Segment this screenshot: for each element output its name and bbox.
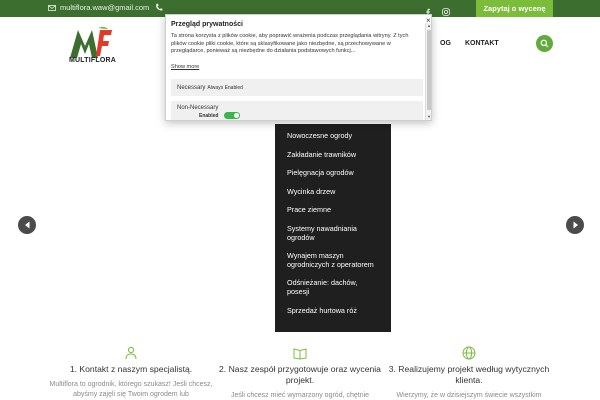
- cookie-title: Przegląd prywatności: [171, 21, 243, 28]
- menu-item-wycinka-drzew[interactable]: Wycinka drzew: [275, 187, 391, 197]
- slider-next-button[interactable]: [566, 216, 584, 234]
- menu-item-sprzedaz-roz[interactable]: Sprzedaż hurtowa róż: [275, 306, 391, 316]
- menu-item-zakladanie-trawnikow[interactable]: Zakładanie trawników: [275, 150, 391, 160]
- cookie-privacy-modal: × Przegląd prywatności Ta strona korzyst…: [165, 14, 432, 121]
- always-enabled-label: Always Enabled: [207, 85, 243, 91]
- step-card-2: 2. Nasz zespół przygotowuje oraz wycenia…: [215, 346, 385, 400]
- step-text: Multiflora to ogrodnik, którego szukasz!…: [49, 381, 213, 398]
- step-card-1: 1. Kontakt z naszym specjalistą. Multifl…: [46, 346, 216, 399]
- chevron-right-icon: [573, 221, 578, 229]
- nav-item-blog[interactable]: OG: [440, 40, 451, 47]
- non-necessary-label: Non-Necessary: [177, 105, 219, 111]
- menu-item-pielegnacja-ogrodow[interactable]: Pielęgnacja ogrodów: [275, 169, 391, 178]
- nav-item-kontakt[interactable]: KONTAKT: [465, 40, 499, 47]
- scroll-up-arrow-icon[interactable]: ▲: [426, 23, 431, 29]
- menu-item-prace-ziemne[interactable]: Prace ziemne: [275, 206, 391, 215]
- person-icon: [125, 346, 137, 360]
- necessary-label: Necessary: [177, 85, 206, 91]
- cookie-category-necessary[interactable]: Necessary Always Enabled: [171, 79, 423, 96]
- enabled-label: Enabled: [199, 113, 219, 119]
- phone-icon: [156, 3, 163, 11]
- menu-item-systemy-nawadniania[interactable]: Systemy nawadniania ogrodów: [275, 224, 391, 242]
- logo-wordmark: MULTIFLORA: [69, 57, 116, 64]
- search-button[interactable]: [536, 35, 553, 52]
- quote-request-button[interactable]: Zapytaj o wycenę: [476, 0, 553, 17]
- menu-item-nowoczesne-ogrody[interactable]: Nowoczesne ogrody: [275, 131, 391, 141]
- globe-icon: [462, 346, 476, 360]
- menu-item-odsniezanie[interactable]: Odśnieżanie: dachów, posesji: [275, 278, 391, 296]
- slider-prev-button[interactable]: [18, 216, 36, 234]
- modal-scrollbar[interactable]: ▲ ▼: [425, 23, 431, 120]
- step-text: Jeśli chcesz mieć wymarzony ogród, chętn…: [230, 392, 370, 399]
- page: multiflora.waw@gmail.com Zapytaj o wycen…: [0, 0, 600, 400]
- facebook-icon[interactable]: [424, 3, 432, 16]
- chevron-left-icon: [24, 221, 29, 229]
- instagram-icon[interactable]: [442, 3, 450, 16]
- book-icon: [293, 348, 307, 360]
- step-title: 3. Realizujemy projekt według wytycznych…: [388, 364, 550, 385]
- cookie-body-text: Ta strona korzysta z plików cookie, aby …: [171, 33, 409, 55]
- social-links: [424, 3, 450, 16]
- step-title: 1. Kontakt z naszym specjalistą.: [69, 364, 193, 374]
- email-contact[interactable]: multiflora.waw@gmail.com: [48, 3, 149, 12]
- menu-item-wynajem-maszyn[interactable]: Wynajem maszyn ogrodniczych z operatorem: [275, 251, 391, 269]
- scrollbar-thumb[interactable]: [427, 30, 431, 110]
- non-necessary-toggle[interactable]: [224, 112, 240, 119]
- step-title: 2. Nasz zespół przygotowuje oraz wycenia…: [219, 364, 381, 385]
- show-more-link[interactable]: Show more: [171, 64, 199, 70]
- cookie-category-non-necessary[interactable]: Non-Necessary Enabled: [171, 101, 423, 120]
- email-text: multiflora.waw@gmail.com: [60, 3, 150, 12]
- step-text: Wierzymy, że w dzisiejszym świecie wszys…: [396, 392, 542, 399]
- envelope-icon: [48, 4, 56, 11]
- step-card-3: 3. Realizujemy projekt według wytycznych…: [384, 346, 554, 400]
- services-dropdown-menu: Nowoczesne ogrody Zakładanie trawników P…: [275, 124, 391, 332]
- scroll-down-arrow-icon[interactable]: ▼: [426, 114, 431, 120]
- search-icon: [540, 39, 549, 48]
